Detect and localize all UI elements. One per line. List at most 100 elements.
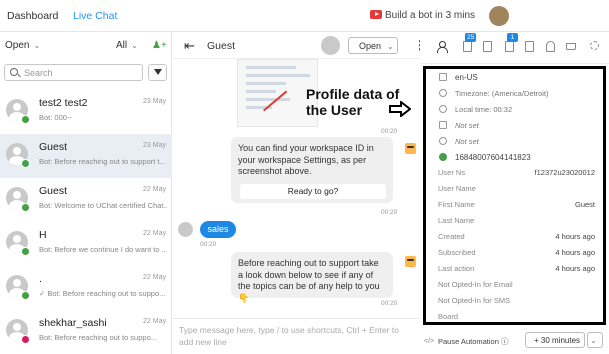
field-label: Board bbox=[438, 312, 459, 321]
contact-name: H bbox=[39, 229, 47, 241]
person-icon[interactable] bbox=[437, 41, 448, 53]
clock-icon bbox=[439, 105, 447, 113]
screenshot-line bbox=[246, 66, 296, 69]
field-label: Not Opted-In for SMS bbox=[438, 296, 511, 305]
field-label: User Ns bbox=[438, 168, 466, 177]
field-value: 4 hours ago bbox=[555, 232, 595, 241]
message-time: 00:20 bbox=[381, 209, 398, 216]
locale-icon bbox=[439, 73, 447, 81]
notes-icon[interactable] bbox=[463, 41, 472, 52]
profile-field: Created 4 hours ago bbox=[438, 232, 599, 241]
instagram-icon bbox=[21, 335, 30, 344]
screenshot-line bbox=[246, 74, 310, 77]
message-text: You can find your workspace ID in your w… bbox=[238, 143, 374, 176]
list-item[interactable]: Guest 22 May Bot: Welcome to UChat certi… bbox=[0, 178, 172, 222]
bot-message: Before reaching out to support take a lo… bbox=[231, 252, 393, 303]
field-label: Last Name bbox=[438, 216, 475, 225]
message-input[interactable]: Type message here, type / to use shortcu… bbox=[173, 318, 420, 354]
tab-live-chat[interactable]: Live Chat bbox=[73, 10, 117, 22]
contact-name: Guest bbox=[39, 141, 68, 153]
add-user-icon[interactable]: ♟+ bbox=[152, 40, 167, 51]
profile-field: Board bbox=[438, 312, 599, 321]
profile-field: Not Opted-In for Email bbox=[438, 280, 599, 289]
clipboard-icon[interactable] bbox=[505, 41, 514, 52]
status-filter[interactable]: Open ⌄ bbox=[5, 40, 40, 51]
status-dropdown[interactable]: Open ⌄ bbox=[348, 37, 398, 54]
search-input[interactable]: Search bbox=[4, 64, 143, 81]
filter-icon[interactable] bbox=[148, 64, 167, 81]
build-bot-link[interactable]: Build a bot in 3 mins bbox=[385, 10, 475, 21]
profile-field: Not Opted-In for SMS bbox=[438, 296, 599, 305]
clock-icon bbox=[439, 89, 447, 97]
list-header: Open ⌄ All ⌄ ♟+ bbox=[0, 32, 172, 60]
field-value: 4 hours ago bbox=[555, 248, 595, 257]
ready-button[interactable]: Ready to go? bbox=[240, 184, 386, 199]
field-label: Last action bbox=[438, 264, 475, 273]
code-icon[interactable]: </> bbox=[424, 338, 434, 345]
screenshot-line bbox=[246, 98, 290, 101]
profile-locale: en-US bbox=[455, 73, 478, 82]
profile-data-box: en-US Timezone: (America/Detroit) Local … bbox=[423, 66, 606, 325]
contact-name: . bbox=[39, 273, 42, 285]
field-value: f12372u23020012 bbox=[534, 168, 595, 177]
chat-contact-name: Guest bbox=[207, 40, 236, 52]
profile-timezone: Timezone: (America/Detroit) bbox=[455, 89, 549, 98]
cart-icon[interactable] bbox=[566, 43, 576, 50]
bot-avatar-icon bbox=[405, 256, 416, 267]
list-item[interactable]: Guest 23 May Bot: Before reaching out to… bbox=[0, 134, 172, 178]
pause-duration-toggle[interactable]: ⌄ bbox=[587, 332, 603, 348]
whatsapp-icon bbox=[21, 159, 30, 168]
contact-preview: Bot: 000-- bbox=[39, 113, 72, 122]
back-arrow-icon[interactable]: ⇤ bbox=[184, 38, 195, 54]
notes-badge: 25 bbox=[465, 33, 477, 42]
contact-date: 23 May bbox=[143, 142, 166, 149]
whatsapp-icon bbox=[21, 247, 30, 256]
pause-duration-select[interactable]: + 30 minutes bbox=[525, 332, 585, 348]
status-dropdown-label: Open bbox=[359, 41, 382, 51]
contact-preview: Bot: Before reaching out to suppo... bbox=[39, 333, 157, 342]
list-item[interactable]: H 22 May Bot: Before we continue I do wa… bbox=[0, 222, 172, 266]
tab-dashboard[interactable]: Dashboard bbox=[7, 10, 58, 22]
message-time: 00:20 bbox=[200, 241, 217, 248]
chevron-down-icon: ⌄ bbox=[33, 41, 41, 50]
user-avatar[interactable] bbox=[489, 6, 509, 26]
whatsapp-icon bbox=[439, 153, 447, 161]
tag-icon[interactable] bbox=[483, 41, 492, 52]
list-icon[interactable] bbox=[525, 41, 534, 52]
profile-local-time: Local time: 00:32 bbox=[455, 105, 513, 114]
bell-icon[interactable] bbox=[546, 41, 555, 52]
contact-preview: Bot: Before we continue I do want to ... bbox=[39, 245, 167, 254]
phone-icon bbox=[439, 137, 447, 145]
search-icon bbox=[10, 68, 18, 76]
contact-preview: ✓ Bot: Before reaching out to suppo... bbox=[39, 289, 166, 298]
list-item[interactable]: shekhar_sashi 22 May Bot: Before reachin… bbox=[0, 310, 172, 354]
profile-field: User Name bbox=[438, 184, 599, 193]
field-label: Created bbox=[438, 232, 465, 241]
list-item[interactable]: . 22 May ✓ Bot: Before reaching out to s… bbox=[0, 266, 172, 310]
contact-date: 22 May bbox=[143, 186, 166, 193]
contact-preview: Bot: Welcome to UChat certified Chat... bbox=[39, 201, 167, 210]
avatar bbox=[178, 222, 193, 237]
profile-field: Last action 4 hours ago bbox=[438, 264, 599, 273]
contact-date: 22 May bbox=[143, 274, 166, 281]
clipboard-badge: 1 bbox=[507, 33, 518, 42]
chat-header: ⇤ Guest Open⌄ ⋮ bbox=[173, 32, 426, 59]
message-time: 00:20 bbox=[381, 300, 398, 307]
contact-name: Guest bbox=[39, 185, 68, 197]
profile-field: Subscribed 4 hours ago bbox=[438, 248, 599, 257]
assignee-filter-label: All bbox=[116, 40, 128, 51]
screenshot-line bbox=[246, 90, 276, 93]
field-label: Not Opted-In for Email bbox=[438, 280, 513, 289]
conversation-list-panel: Open ⌄ All ⌄ ♟+ Search test2 test2 23 May … bbox=[0, 32, 172, 354]
profile-phone: Not set bbox=[455, 137, 479, 146]
search-placeholder: Search bbox=[24, 68, 53, 78]
contact-preview: Bot: Before reaching out to support t... bbox=[39, 157, 166, 166]
gear-icon[interactable] bbox=[590, 41, 599, 50]
avatar[interactable] bbox=[321, 36, 340, 55]
contact-date: 22 May bbox=[143, 318, 166, 325]
contact-name: test2 test2 bbox=[39, 97, 88, 109]
list-item[interactable]: test2 test2 23 May Bot: 000-- bbox=[0, 90, 172, 134]
assignee-filter[interactable]: All ⌄ bbox=[116, 40, 138, 51]
pause-label-text: Pause Automation bbox=[438, 337, 499, 346]
pause-automation-label: Pause Automation ⓘ bbox=[438, 336, 508, 347]
